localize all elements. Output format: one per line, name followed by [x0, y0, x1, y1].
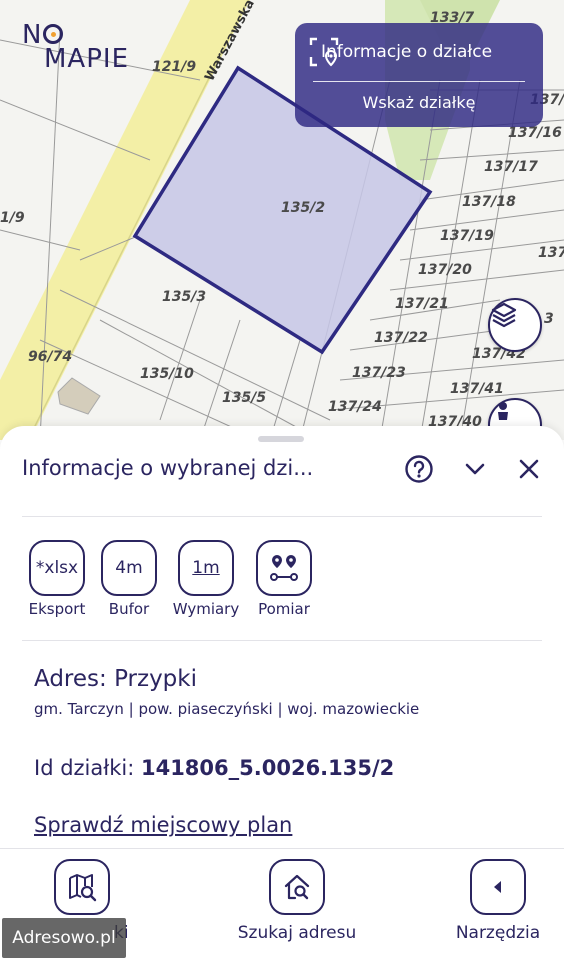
tool-label: Eksport [28, 600, 86, 618]
home-search-icon[interactable] [269, 859, 325, 915]
plot-label: 121/9 [152, 59, 196, 75]
dimensions-icon[interactable]: 1m [178, 540, 234, 596]
dimensions-tool[interactable]: 1m Wymiary [166, 540, 246, 618]
layers-button[interactable] [488, 298, 542, 352]
plot-label: 137/21 [395, 296, 449, 312]
plot-label: 137/41 [450, 381, 504, 397]
tool-label: Pomiar [258, 600, 310, 618]
close-icon [517, 457, 541, 485]
plot-label: 3 [544, 311, 554, 327]
address-prefix: Adres: [34, 666, 115, 692]
plot-label: 96/74 [28, 349, 72, 365]
divider [313, 81, 525, 82]
plot-label: 137/19 [440, 228, 494, 244]
export-tool[interactable]: *xlsx Eksport [17, 540, 97, 618]
sheet-title: Informacje o wybranej dzi... [22, 456, 314, 480]
logo-pin-icon [43, 24, 64, 44]
admin-units: gm. Tarczyn | pow. piaseczyński | woj. m… [34, 700, 420, 718]
measure-icon[interactable] [256, 540, 312, 596]
plot-info-title-row[interactable]: Informacje o działce [309, 37, 533, 67]
tool-label: Wymiary [172, 600, 240, 618]
plot-id-value: 141806_5.0026.135/2 [140, 756, 395, 780]
buffer-icon[interactable]: 4m [101, 540, 157, 596]
plot-label: 135/3 [162, 289, 206, 305]
help-icon [404, 454, 434, 488]
chevron-down-icon [462, 456, 488, 486]
point-plot-button[interactable]: Wskaż działkę [295, 93, 543, 112]
plot-label-selected: 135/2 [281, 200, 325, 216]
address-value: Przypki [114, 666, 197, 692]
plot-label: 1/9 [0, 210, 25, 226]
logo-line-2: MAPIE [44, 44, 129, 74]
building [57, 377, 101, 415]
nav-address-search[interactable]: Szukaj adresu [232, 859, 362, 943]
close-button[interactable] [512, 454, 546, 488]
plot-label: 137 [538, 245, 564, 261]
app-logo: N MAPIE [22, 20, 152, 74]
divider [22, 516, 542, 517]
plot-label: 137/18 [462, 194, 516, 210]
plot-id: Id działki: 141806_5.0026.135/2 [34, 756, 394, 780]
divider [22, 640, 542, 641]
tool-label: Bufor [108, 600, 150, 618]
sheet-grabber[interactable] [258, 436, 304, 442]
plot-label: 137/20 [418, 262, 472, 278]
plot-info-title: Informacje o działce [321, 42, 493, 62]
plot-label: 137/17 [484, 159, 538, 175]
plot-label: 137/16 [508, 125, 562, 141]
collapse-button[interactable] [458, 454, 492, 488]
address-line: Adres: Przypki [34, 666, 197, 692]
plot-label: 137/23 [352, 365, 406, 381]
buffer-tool[interactable]: 4m Bufor [89, 540, 169, 618]
map-view[interactable]: Warszawska 133/7 121/9 137/ 137/16 137/1… [0, 0, 564, 440]
arrow-left-icon[interactable] [470, 859, 526, 915]
plot-label: 135/5 [222, 390, 266, 406]
nav-label: Narzędzia [455, 923, 541, 943]
zoning-plan-link[interactable]: Sprawdź miejscowy plan [34, 813, 292, 837]
plot-label: 135/10 [140, 366, 194, 382]
nav-tools[interactable]: Narzędzia [448, 859, 548, 943]
help-button[interactable] [402, 454, 436, 488]
measure-tool[interactable]: Pomiar [244, 540, 324, 618]
map-search-icon[interactable] [54, 859, 110, 915]
xlsx-icon[interactable]: *xlsx [29, 540, 85, 596]
plot-label: 137/22 [374, 330, 428, 346]
plot-label: 137/24 [328, 399, 382, 415]
plot-id-label: Id działki: [34, 756, 141, 780]
nav-label: Szukaj adresu [237, 923, 357, 943]
watermark: Adresowo.pl [2, 918, 126, 958]
plot-info-panel: Informacje o działce Wskaż działkę [295, 23, 543, 127]
